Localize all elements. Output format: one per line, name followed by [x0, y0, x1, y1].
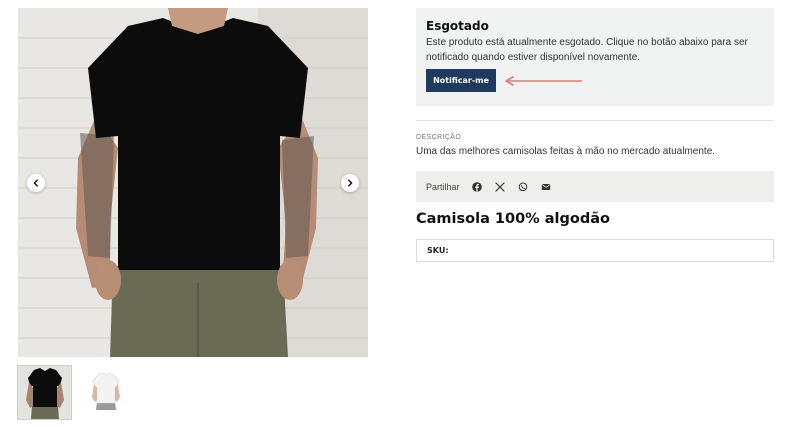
notify-me-button[interactable]: Notificar-me	[426, 69, 496, 92]
out-of-stock-panel: Esgotado Este produto está atualmente es…	[416, 8, 774, 106]
annotation-arrow-icon	[505, 76, 582, 86]
share-whatsapp-button[interactable]	[513, 177, 533, 197]
gallery-next-button[interactable]	[341, 174, 359, 192]
chevron-right-icon	[348, 179, 353, 187]
facebook-icon	[471, 181, 482, 192]
share-bar: Partilhar	[416, 171, 774, 202]
product-main-image[interactable]	[18, 8, 368, 357]
description-label: DESCRIÇÃO	[416, 134, 462, 141]
sku-box: SKU:	[416, 239, 774, 262]
out-of-stock-title: Esgotado	[426, 19, 489, 33]
black-tshirt-thumbnail-image	[18, 366, 71, 419]
product-title: Camisola 100% algodão	[416, 211, 610, 227]
share-email-button[interactable]	[536, 177, 556, 197]
mail-icon	[541, 183, 550, 190]
share-x-button[interactable]	[490, 177, 510, 197]
section-divider	[416, 120, 774, 121]
share-label: Partilhar	[426, 181, 460, 192]
gallery-prev-button[interactable]	[27, 174, 45, 192]
whatsapp-icon	[518, 182, 527, 191]
out-of-stock-message: Este produto está atualmente esgotado. C…	[426, 37, 748, 63]
thumbnail-white-tshirt[interactable]	[79, 366, 132, 419]
sku-label: SKU:	[427, 246, 449, 255]
thumbnail-strip	[17, 365, 132, 420]
chevron-left-icon	[33, 179, 38, 187]
share-facebook-button[interactable]	[467, 177, 487, 197]
black-tshirt-model-photo	[18, 8, 368, 357]
description-text: Uma das melhores camisolas feitas à mão …	[416, 146, 716, 157]
x-icon	[494, 181, 505, 192]
thumbnail-black-tshirt[interactable]	[17, 365, 72, 420]
white-tshirt-thumbnail-image	[79, 366, 132, 419]
